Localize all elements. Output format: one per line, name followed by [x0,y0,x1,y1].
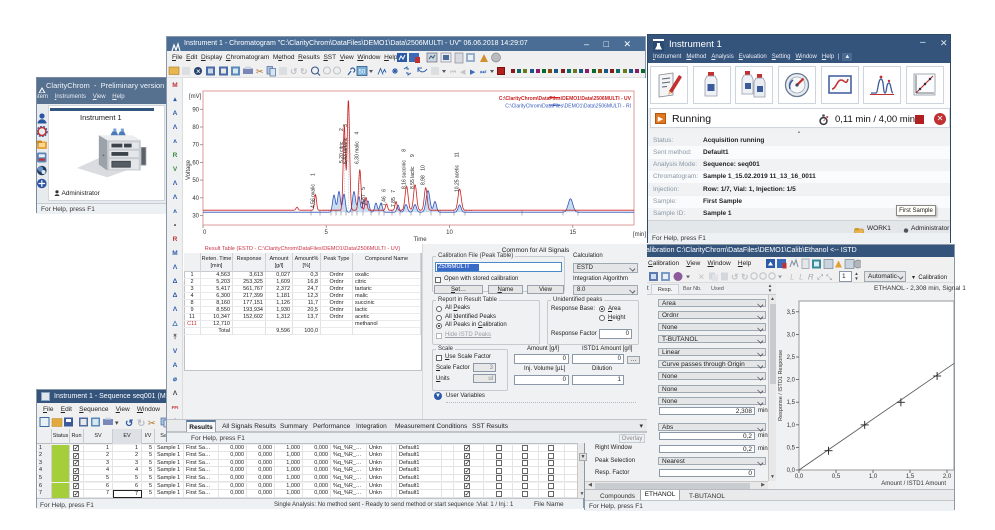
svg-text:▶: ▶ [470,69,476,76]
svg-text:50: 50 [359,70,366,76]
svg-text:11: 11 [454,152,460,157]
svg-text:1,5: 1,5 [787,400,796,406]
svg-text:✂: ✂ [256,67,264,77]
svg-text:𝐿: 𝐿 [790,273,795,282]
svg-text:6: 6 [381,189,387,192]
svg-text:⤡: ⤡ [826,273,833,282]
svg-text:↺: ↺ [731,272,739,282]
svg-text:8,98: 8,98 [421,175,427,185]
svg-text:▾: ▾ [115,420,119,427]
svg-text:↺: ↺ [290,67,298,77]
svg-text:50: 50 [192,178,199,184]
svg-text:1,5: 1,5 [906,474,915,480]
svg-text:⏭: ⏭ [480,69,487,76]
svg-text:3: 3 [343,124,349,127]
svg-text:2: 2 [339,128,345,131]
svg-text:↺: ↺ [125,419,133,430]
svg-text:2,0: 2,0 [943,474,952,480]
svg-text:7: 7 [391,190,397,193]
svg-text:↻: ↻ [137,419,145,430]
svg-text:C:\ClarityChrom\DataFiles\DEMO: C:\ClarityChrom\DataFiles\DEMO1\Data\250… [505,104,631,110]
svg-text:4,56 oxalic: 4,56 oxalic [310,184,316,208]
svg-text:7,85: 7,85 [391,197,397,207]
svg-text:⏮: ⏮ [450,69,456,76]
svg-text:𝑅: 𝑅 [808,273,814,282]
svg-text:8,55 lactic: 8,55 lactic [410,166,416,189]
svg-text:Voltage: Voltage [186,159,192,180]
svg-text:6,30 malic: 6,30 malic [355,141,361,164]
svg-text:✂: ✂ [148,418,156,428]
svg-text:30: 30 [192,214,199,220]
svg-text:0,0: 0,0 [795,474,804,480]
svg-text:✕: ✕ [698,273,705,282]
svg-text:C:\ClarityChrom\DataFiles\DEMO: C:\ClarityChrom\DataFiles\DEMO1\Data\250… [499,96,632,102]
svg-text:6,87: 6,87 [361,194,367,204]
svg-text:90: 90 [192,107,199,113]
svg-text:7,46: 7,46 [381,196,387,206]
svg-text:◀: ◀ [460,69,466,76]
svg-text:0,5: 0,5 [787,445,796,451]
svg-text:1,0: 1,0 [787,423,796,429]
svg-text:10: 10 [446,230,453,236]
svg-text:[mV]: [mV] [189,94,202,100]
svg-text:⤢: ⤢ [816,273,823,282]
svg-text:70: 70 [192,143,199,149]
svg-text:8,16 succinic: 8,16 succinic [401,160,407,189]
svg-text:𝐿: 𝐿 [799,273,804,282]
svg-text:Amount / ISTD1 Amount: Amount / ISTD1 Amount [881,481,946,487]
svg-text:3,5: 3,5 [787,310,796,316]
svg-text:10: 10 [421,165,427,171]
svg-text:5: 5 [361,187,367,190]
svg-text:8: 8 [401,149,407,152]
svg-text:40: 40 [192,196,199,202]
svg-text:4: 4 [355,132,361,135]
svg-text:↻: ↻ [741,272,749,282]
svg-text:80: 80 [192,125,199,131]
svg-text:1,0: 1,0 [869,474,878,480]
svg-text:60: 60 [192,160,199,166]
svg-text:9: 9 [410,154,416,157]
svg-text:5,43 tartaric: 5,43 tartaric [343,137,349,164]
svg-text:1: 1 [310,173,316,176]
svg-text:10,25 acetic: 10,25 acetic [454,165,460,192]
svg-text:✕: ✕ [196,69,201,76]
svg-text:15: 15 [569,230,576,236]
svg-text:2,0: 2,0 [787,378,796,384]
svg-text:0,5: 0,5 [832,474,841,480]
svg-text:2,5: 2,5 [787,355,796,361]
svg-text:Time: Time [413,237,427,243]
svg-text:↻: ↻ [300,67,308,77]
svg-text:[min]: [min] [633,232,646,238]
svg-text:3,0: 3,0 [787,332,796,338]
